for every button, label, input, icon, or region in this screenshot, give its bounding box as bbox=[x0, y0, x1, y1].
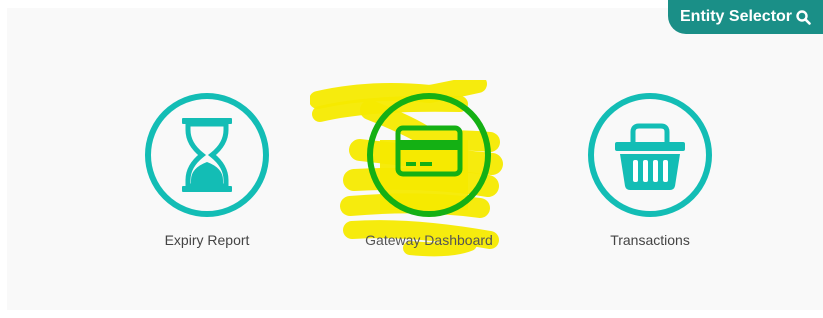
gateway-dashboard-circle bbox=[366, 92, 492, 218]
tile-label-transactions: Transactions bbox=[610, 232, 690, 248]
search-icon bbox=[796, 9, 811, 25]
entity-selector-label: Entity Selector bbox=[680, 8, 793, 25]
tile-gateway-dashboard[interactable]: Gateway Dashboard bbox=[354, 92, 504, 248]
hourglass-icon bbox=[145, 93, 269, 217]
expiry-report-circle bbox=[144, 92, 270, 218]
tile-label-gateway-dashboard: Gateway Dashboard bbox=[365, 232, 493, 248]
credit-card-icon bbox=[367, 93, 491, 217]
transactions-circle bbox=[587, 92, 713, 218]
tile-transactions[interactable]: Transactions bbox=[575, 92, 725, 248]
tile-expiry-report[interactable]: Expiry Report bbox=[132, 92, 282, 248]
shopping-basket-icon bbox=[588, 93, 712, 217]
tile-label-expiry-report: Expiry Report bbox=[164, 232, 250, 248]
entity-selector-button[interactable]: Entity Selector bbox=[668, 0, 823, 34]
